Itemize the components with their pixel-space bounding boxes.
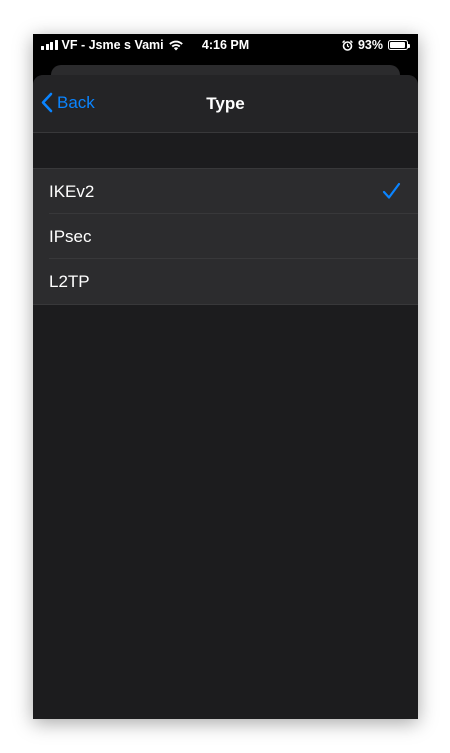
list-item[interactable]: IPsec	[33, 214, 418, 259]
status-right: 93%	[342, 38, 410, 52]
modal-sheet: Back Type IKEv2 IPsec L2TP	[33, 75, 418, 719]
navigation-bar: Back Type	[33, 75, 418, 133]
list-item[interactable]: IKEv2	[33, 169, 418, 214]
list-item-label: IPsec	[49, 227, 92, 246]
phone-screen: VF - Jsme s Vami 4:16 PM 93% Back Type I…	[33, 34, 418, 719]
battery-fill	[390, 42, 405, 48]
battery-percent: 93%	[357, 38, 383, 52]
battery-tip	[408, 44, 410, 48]
list-item[interactable]: L2TP	[33, 259, 418, 304]
status-bar: VF - Jsme s Vami 4:16 PM 93%	[33, 34, 418, 56]
page-title: Type	[206, 94, 245, 113]
battery-icon	[388, 40, 410, 50]
checkmark-icon	[382, 182, 401, 199]
list-item-label: L2TP	[49, 272, 90, 291]
type-list: IKEv2 IPsec L2TP	[33, 168, 418, 305]
alarm-icon	[342, 39, 353, 51]
list-item-label: IKEv2	[49, 182, 95, 201]
